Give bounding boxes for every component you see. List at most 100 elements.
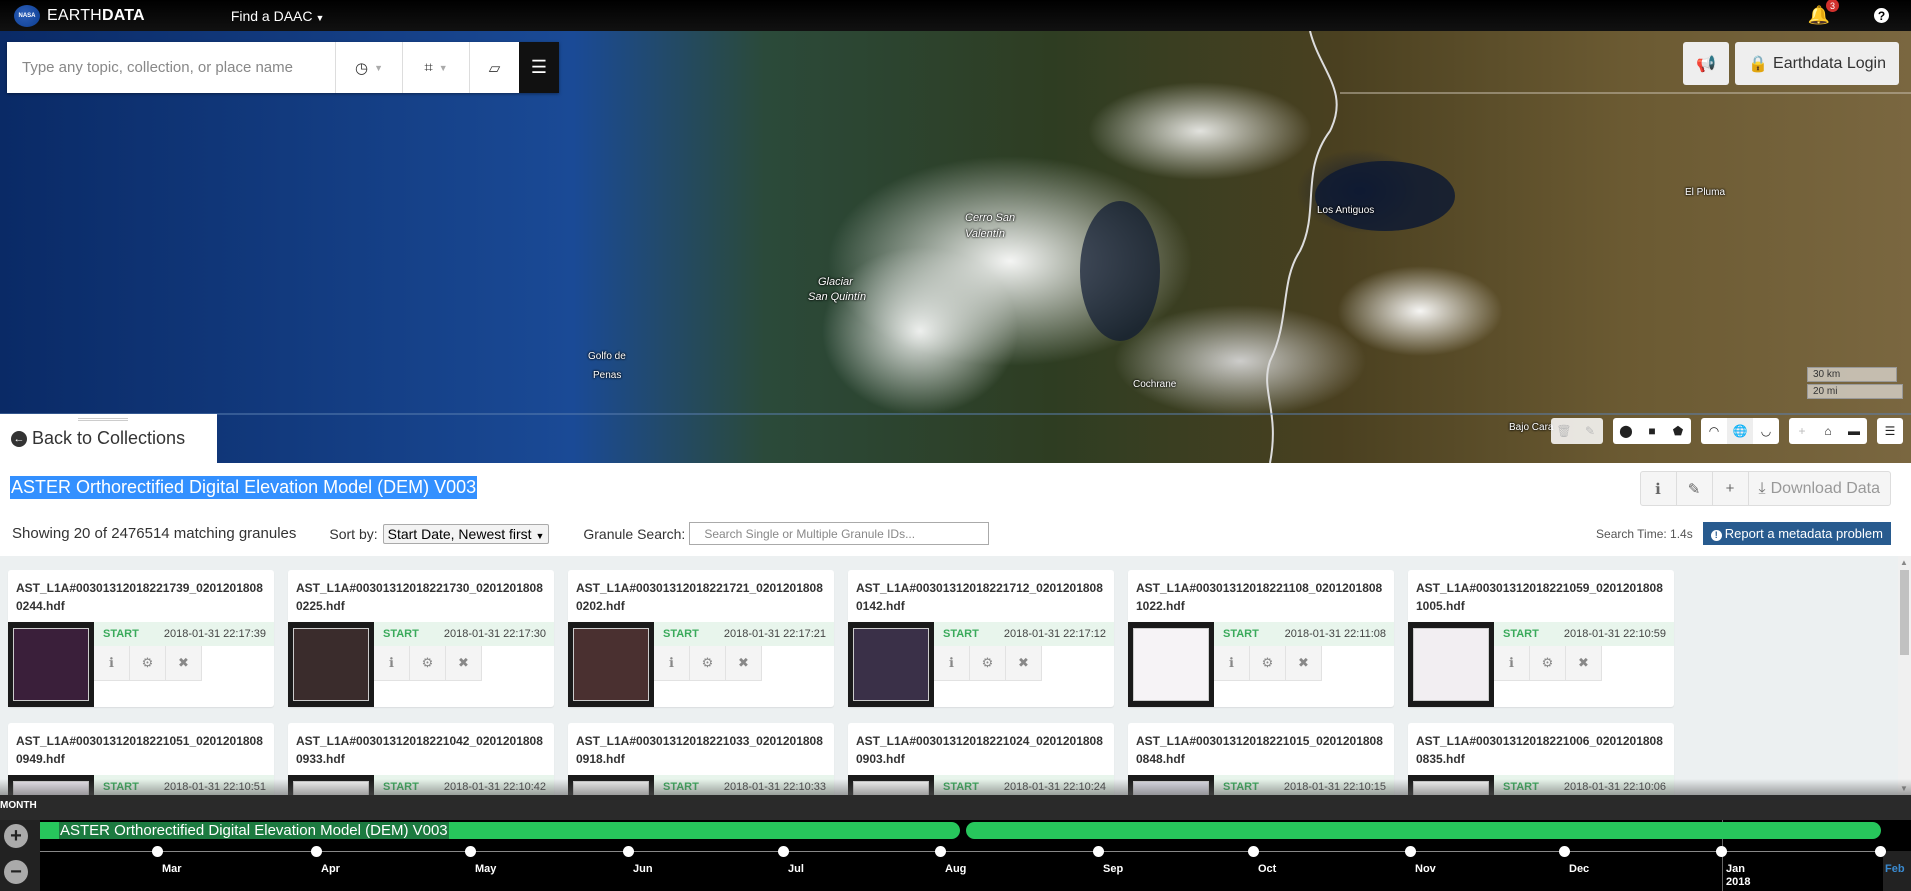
draw-point-button[interactable]: ⬤ bbox=[1613, 418, 1639, 444]
timeline-tick-dot bbox=[778, 846, 789, 857]
find-daac-menu[interactable]: Find a DAAC ▼ bbox=[231, 8, 325, 24]
info-icon: ℹ bbox=[669, 655, 674, 670]
map-label-golfo-de-penas: Golfo de bbox=[588, 351, 626, 362]
granule-options-button[interactable]: ⚙ bbox=[1530, 646, 1566, 681]
map-marker-icon: ⬤ bbox=[1619, 424, 1633, 438]
remove-granule-button[interactable]: ✖ bbox=[726, 646, 762, 681]
granule-thumbnail[interactable] bbox=[848, 622, 934, 707]
granule-thumbnail[interactable] bbox=[568, 622, 654, 707]
granule-start-row: START 2018-01-31 22:11:08 bbox=[1214, 622, 1394, 646]
exclamation-circle-icon: ! bbox=[1710, 529, 1722, 541]
layer-tools: ☰ bbox=[1877, 418, 1903, 444]
back-label: Back to Collections bbox=[32, 428, 186, 448]
granule-options-button[interactable]: ⚙ bbox=[690, 646, 726, 681]
edit-icon: ✎ bbox=[1687, 480, 1701, 498]
timeline-tick-label: Jul bbox=[788, 863, 804, 876]
edit-shape-button[interactable]: ✎ bbox=[1577, 418, 1603, 444]
delete-shape-button[interactable]: 🗑 bbox=[1551, 418, 1577, 444]
remove-granule-button[interactable]: ✖ bbox=[1286, 646, 1322, 681]
antarctic-icon: ◡ bbox=[1760, 424, 1772, 438]
granule-options-button[interactable]: ⚙ bbox=[410, 646, 446, 681]
earthdata-login-button[interactable]: 🔒 Earthdata Login bbox=[1735, 42, 1899, 85]
layers-button[interactable]: ☰ bbox=[1877, 418, 1903, 444]
crop-icon: ⌗ bbox=[424, 59, 433, 76]
scroll-up-icon[interactable]: ▲ bbox=[1900, 558, 1908, 567]
granule-options-button[interactable]: ⚙ bbox=[130, 646, 166, 681]
temporal-filter-button[interactable]: ◷ ▼ bbox=[335, 42, 402, 93]
download-data-button[interactable]: ⤓ Download Data bbox=[1749, 472, 1890, 505]
draw-polygon-button[interactable]: ⬟ bbox=[1665, 418, 1691, 444]
granule-info-button[interactable]: ℹ bbox=[94, 646, 130, 681]
brand-light: EARTH bbox=[47, 6, 102, 24]
notifications-button[interactable]: 🔔 3 bbox=[1808, 0, 1839, 26]
remove-granule-button[interactable]: ✖ bbox=[1566, 646, 1602, 681]
granule-card[interactable]: AST_L1A#00301312018221730_02012018080225… bbox=[288, 570, 554, 707]
granule-info-button[interactable]: ℹ bbox=[654, 646, 690, 681]
granule-thumbnail[interactable] bbox=[288, 622, 374, 707]
granule-thumbnail[interactable] bbox=[1408, 622, 1494, 707]
advanced-search-menu-button[interactable]: ☰ bbox=[519, 42, 559, 93]
zoom-out-button[interactable]: ▬ bbox=[1841, 418, 1867, 444]
granule-grid: AST_L1A#00301312018221739_02012018080244… bbox=[8, 570, 1674, 795]
timeline-zoom-in-button[interactable]: + bbox=[4, 824, 28, 848]
remove-granule-button[interactable]: ✖ bbox=[446, 646, 482, 681]
announcements-button[interactable]: 📢 bbox=[1683, 42, 1730, 85]
granule-card[interactable]: AST_L1A#00301312018221721_02012018080202… bbox=[568, 570, 834, 707]
zoom-in-button[interactable]: + bbox=[1789, 418, 1815, 444]
granule-info-button[interactable]: ℹ bbox=[374, 646, 410, 681]
plus-icon: + bbox=[1798, 424, 1806, 438]
scrollbar-thumb[interactable] bbox=[1900, 570, 1909, 655]
granule-card[interactable]: AST_L1A#00301312018221108_02012018081022… bbox=[1128, 570, 1394, 707]
granule-info-button[interactable]: ℹ bbox=[1214, 646, 1250, 681]
clock-icon: ◷ bbox=[354, 59, 369, 77]
lock-icon: 🔒 bbox=[1748, 55, 1769, 73]
granule-search-input[interactable] bbox=[689, 522, 990, 545]
timeline-tick-label: Sep bbox=[1103, 863, 1123, 876]
granule-thumbnail[interactable] bbox=[8, 622, 94, 707]
granule-scrollbar[interactable]: ▲ ▼ bbox=[1898, 556, 1911, 795]
timeline-tick-dot bbox=[1559, 846, 1570, 857]
timeline-tick-label: Oct bbox=[1258, 863, 1276, 876]
antarctic-projection-button[interactable]: ◡ bbox=[1753, 418, 1779, 444]
clear-filters-button[interactable]: ▱ bbox=[469, 42, 519, 93]
granule-name: AST_L1A#00301312018221739_02012018080244… bbox=[16, 581, 263, 613]
granule-options-button[interactable]: ⚙ bbox=[970, 646, 1006, 681]
granule-card[interactable]: AST_L1A#00301312018221059_02012018081005… bbox=[1408, 570, 1674, 707]
granule-card[interactable]: AST_L1A#00301312018221739_02012018080244… bbox=[8, 570, 274, 707]
remove-granule-button[interactable]: ✖ bbox=[1006, 646, 1042, 681]
draw-rectangle-button[interactable]: ■ bbox=[1639, 418, 1665, 444]
arctic-projection-button[interactable]: ◠ bbox=[1701, 418, 1727, 444]
start-label: START bbox=[383, 628, 419, 640]
map[interactable]: Cerro San Valentín Glaciar San Quintín G… bbox=[0, 31, 1911, 463]
remove-granule-button[interactable]: ✖ bbox=[166, 646, 202, 681]
granule-info-button[interactable]: ℹ bbox=[1494, 646, 1530, 681]
timeline-data-bar[interactable] bbox=[966, 822, 1881, 839]
timeline-tick-label: Jun bbox=[633, 863, 653, 876]
report-metadata-problem-button[interactable]: ! Report a metadata problem bbox=[1702, 522, 1891, 545]
granule-options-button[interactable]: ⚙ bbox=[1250, 646, 1286, 681]
add-to-project-button[interactable]: + bbox=[1713, 472, 1749, 505]
panel-resize-handle[interactable] bbox=[78, 418, 128, 421]
granule-thumbnail-image bbox=[293, 628, 369, 701]
spatial-filter-button[interactable]: ⌗ ▼ bbox=[402, 42, 469, 93]
granule-card[interactable]: AST_L1A#00301312018221712_02012018080142… bbox=[848, 570, 1114, 707]
timeline-tick-dot bbox=[1093, 846, 1104, 857]
home-button[interactable]: ⌂ bbox=[1815, 418, 1841, 444]
start-time: 2018-01-31 22:17:39 bbox=[163, 628, 266, 640]
granule-thumbnail-image bbox=[573, 628, 649, 701]
back-to-collections-button[interactable]: ← Back to Collections bbox=[0, 414, 217, 463]
search-input[interactable] bbox=[7, 42, 335, 93]
edit-collection-button[interactable]: ✎ bbox=[1677, 472, 1713, 505]
granule-info-button[interactable]: ℹ bbox=[934, 646, 970, 681]
start-label: START bbox=[1503, 628, 1539, 640]
help-button[interactable]: ? bbox=[1874, 8, 1889, 23]
sort-select[interactable]: Start Date, Newest first ▼ bbox=[382, 523, 550, 544]
earthdata-logo[interactable]: NASA EARTHDATA bbox=[14, 4, 145, 27]
start-label: START bbox=[103, 628, 139, 640]
collection-info-button[interactable]: ℹ bbox=[1641, 472, 1677, 505]
timeline-zoom-out-button[interactable]: − bbox=[4, 860, 28, 884]
granule-thumbnail[interactable] bbox=[1128, 622, 1214, 707]
info-icon: ℹ bbox=[949, 655, 954, 670]
geographic-projection-button[interactable]: 🌐 bbox=[1727, 418, 1753, 444]
timeline[interactable]: MONTH + − ASTER Orthorectified Digital E… bbox=[0, 795, 1911, 891]
